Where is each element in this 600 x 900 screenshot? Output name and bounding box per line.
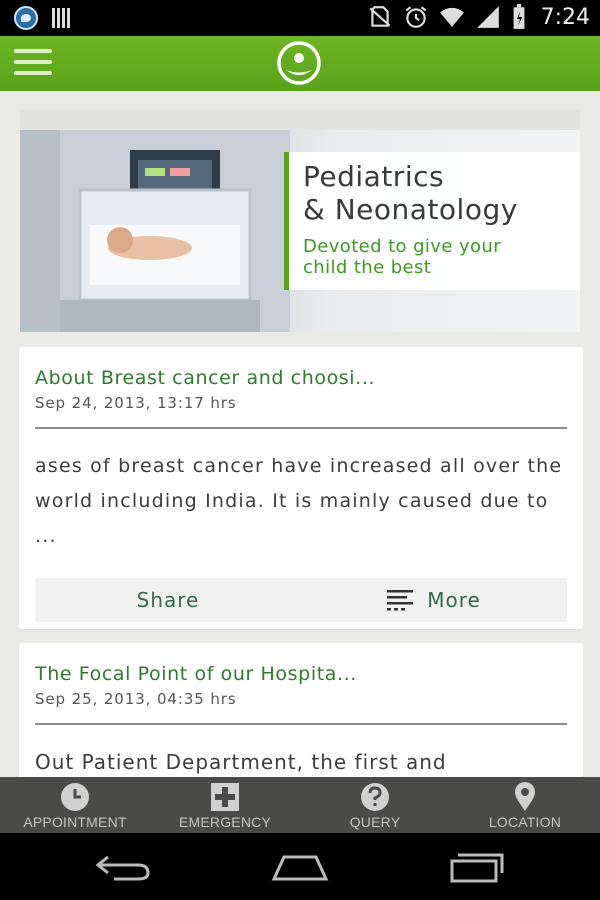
article-title[interactable]: About Breast cancer and choosi... [35,367,375,389]
share-button[interactable]: Share [35,578,301,622]
menu-button[interactable] [14,49,52,79]
tab-appointment[interactable]: APPOINTMENT [0,777,150,833]
tab-emergency[interactable]: EMERGENCY [150,777,300,833]
app-logo-icon [277,41,321,85]
tab-location[interactable]: LOCATION [450,777,600,833]
divider [35,723,567,725]
question-icon [361,783,389,811]
banner-caption: Pediatrics & Neonatology Devoted to give… [284,152,580,290]
list-lines-icon [387,590,414,611]
location-pin-icon [515,782,535,811]
back-icon[interactable] [94,851,154,883]
no-sim-icon [369,6,391,27]
signal-icon [476,6,499,28]
article-title[interactable]: The Focal Point of our Hospita... [35,663,357,685]
article-date: Sep 24, 2013, 13:17 hrs [35,394,237,412]
system-nav-bar [0,833,600,900]
more-button[interactable]: More [301,578,567,622]
barcode-notification-icon [52,8,70,28]
article-actions: Share More [35,578,567,622]
alarm-icon [405,6,426,28]
banner-top-shadow [20,110,580,132]
tab-label: APPOINTMENT [23,814,127,830]
battery-icon [513,4,525,29]
banner-title: Pediatrics & Neonatology [303,160,518,226]
share-label: Share [136,588,200,612]
clock-icon [61,783,89,811]
status-bar: 7:24 [0,0,600,36]
recent-apps-icon[interactable] [446,851,506,883]
clock-time: 7:24 [540,4,590,30]
article-card: About Breast cancer and choosi... Sep 24… [19,347,583,629]
wifi-icon [439,7,464,27]
home-icon[interactable] [270,851,330,883]
tab-query[interactable]: QUERY [300,777,450,833]
tab-label: QUERY [349,814,401,830]
article-excerpt: ases of breast cancer have increased all… [35,455,563,547]
banner-subtitle: Devoted to give your child the best [303,236,502,278]
divider [35,427,567,429]
incubator-photo [20,130,290,332]
medical-cross-icon [211,783,239,811]
app-bar [0,36,600,91]
bottom-tab-bar: APPOINTMENT EMERGENCY QUERY LOCATION [0,777,600,833]
tab-label: EMERGENCY [178,814,272,830]
article-date: Sep 25, 2013, 04:35 hrs [35,690,237,708]
tab-label: LOCATION [488,814,562,830]
article-excerpt: Out Patient Department, the first and [35,750,447,774]
more-label: More [427,588,481,612]
banner-carousel[interactable]: Pediatrics & Neonatology Devoted to give… [20,130,580,332]
app-notification-icon [14,6,38,30]
